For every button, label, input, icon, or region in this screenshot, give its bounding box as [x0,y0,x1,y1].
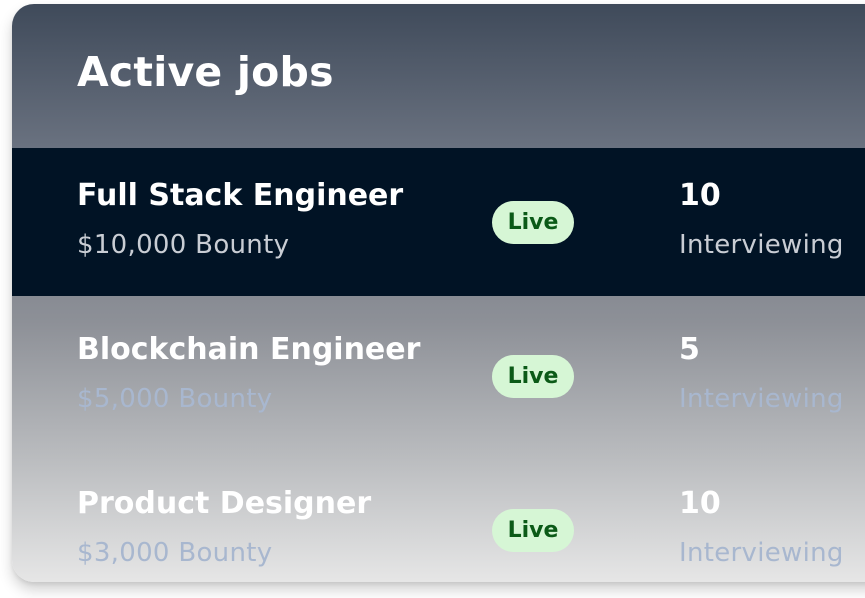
job-title: Product Designer [77,486,372,521]
job-row-product-designer[interactable]: Product Designer $3,000 Bounty Live 10 I… [12,456,865,582]
status-badge: Live [492,201,574,244]
job-title: Full Stack Engineer [77,178,404,213]
job-title: Blockchain Engineer [77,332,421,367]
status-badge: Live [492,355,574,398]
interviewing-count: 10 [679,486,721,521]
card-title: Active jobs [77,48,334,96]
status-badge: Live [492,509,574,552]
interviewing-label: Interviewing [679,384,844,414]
job-row-full-stack-engineer[interactable]: Full Stack Engineer $10,000 Bounty Live … [12,148,865,296]
interviewing-count: 10 [679,178,721,213]
interviewing-label: Interviewing [679,538,844,568]
interviewing-count: 5 [679,332,700,367]
interviewing-label: Interviewing [679,230,844,260]
active-jobs-card: Active jobs Full Stack Engineer $10,000 … [12,4,865,582]
job-row-blockchain-engineer[interactable]: Blockchain Engineer $5,000 Bounty Live 5… [12,302,865,450]
job-bounty: $5,000 Bounty [77,384,273,414]
card-header: Active jobs [12,4,865,148]
job-bounty: $10,000 Bounty [77,230,290,260]
job-bounty: $3,000 Bounty [77,538,273,568]
